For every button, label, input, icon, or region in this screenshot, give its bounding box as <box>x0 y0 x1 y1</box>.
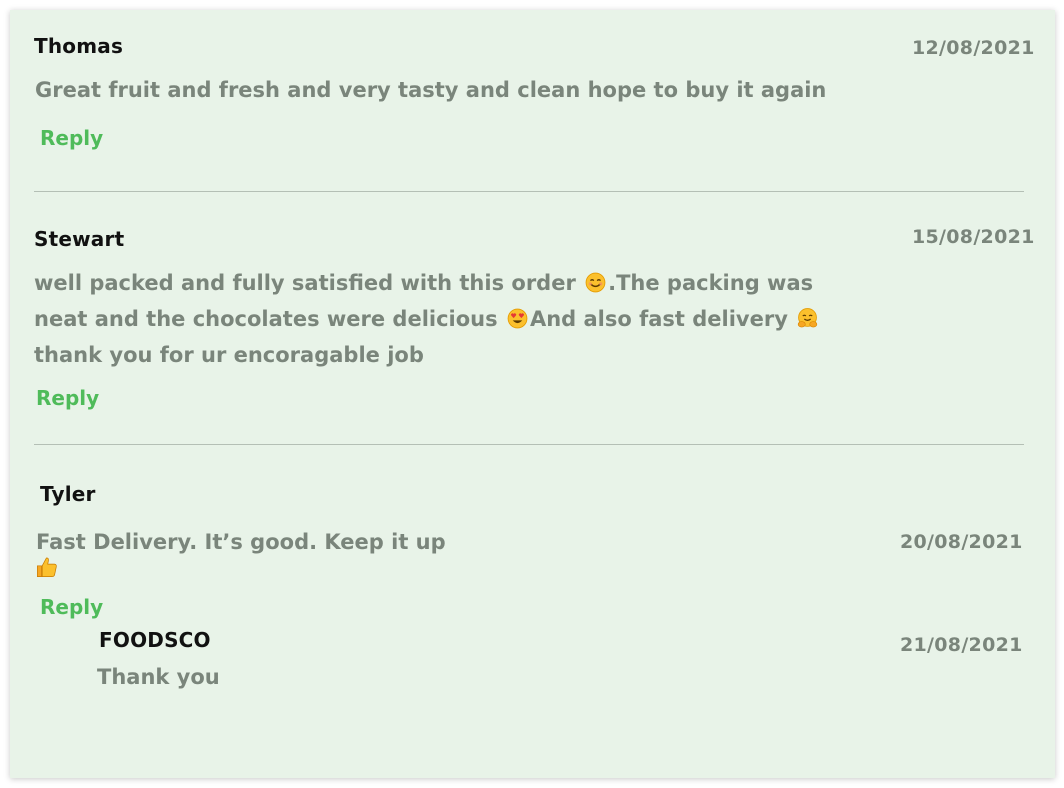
review-text-line: neat and the chocolates were delicious A… <box>34 307 820 331</box>
response-date: 21/08/2021 <box>900 634 1023 656</box>
response-text: Thank you <box>97 665 220 689</box>
review-date: 20/08/2021 <box>900 531 1023 553</box>
smiling-face-emoji <box>585 272 606 293</box>
reviews-card: Thomas 12/08/2021 Great fruit and fresh … <box>10 10 1055 778</box>
review-date: 15/08/2021 <box>912 226 1035 248</box>
review-text-line: well packed and fully satisfied with thi… <box>34 271 813 295</box>
reply-button[interactable]: Reply <box>40 595 103 619</box>
review-divider <box>34 444 1024 445</box>
review-text-segment: And also fast delivery <box>529 307 788 331</box>
heart-eyes-emoji <box>507 308 528 329</box>
review-text-segment: .The packing was <box>608 271 814 295</box>
review-divider <box>34 191 1024 192</box>
review-text: Great fruit and fresh and very tasty and… <box>35 78 827 102</box>
review-text-segment: well packed and fully satisfied with thi… <box>34 271 576 295</box>
review-text-line: thank you for ur encoragable job <box>34 343 424 367</box>
reviewer-name: Thomas <box>34 34 124 58</box>
review-date: 12/08/2021 <box>912 37 1035 59</box>
reviewer-name: Stewart <box>34 227 125 251</box>
thumbs-up-emoji <box>37 557 57 577</box>
review-text-segment: neat and the chocolates were delicious <box>34 307 498 331</box>
hugging-face-emoji <box>798 308 818 328</box>
review-text: Fast Delivery. It’s good. Keep it up <box>36 530 446 554</box>
responder-name: FOODSCO <box>99 628 211 652</box>
reply-button[interactable]: Reply <box>40 126 103 150</box>
reply-button[interactable]: Reply <box>36 386 99 410</box>
reviewer-name: Tyler <box>40 482 96 506</box>
